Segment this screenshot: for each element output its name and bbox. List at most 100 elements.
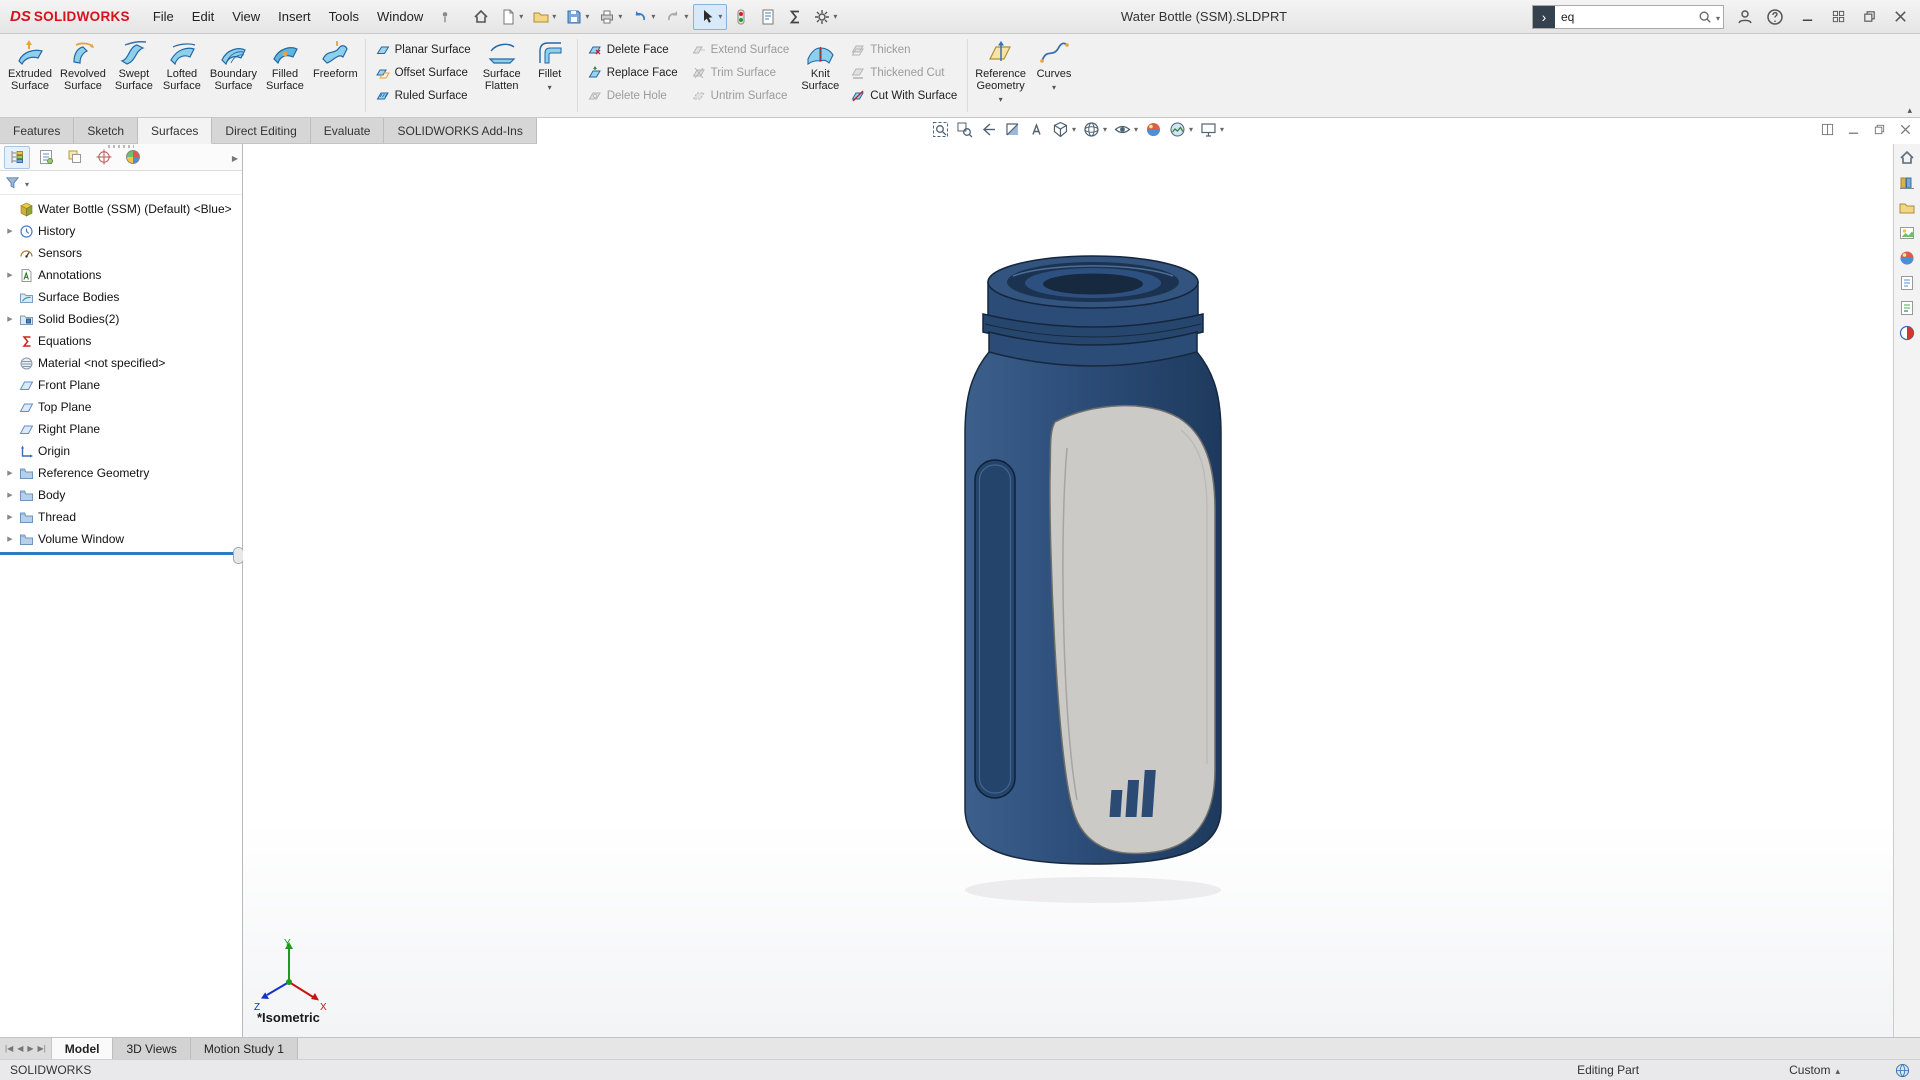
extend-surface-button[interactable]: Extend Surface [690,39,792,60]
tab-direct-editing[interactable]: Direct Editing [212,118,310,144]
extruded-surface-button[interactable]: Extruded Surface [4,36,56,115]
doc-restore-icon[interactable] [1873,123,1886,136]
tree-item-solid-bodies[interactable]: Solid Bodies(2) [0,308,242,330]
configurationmanager-tab[interactable] [62,146,88,169]
panel-tab-overflow-icon[interactable] [232,150,238,164]
water-bottle-model[interactable] [943,252,1243,912]
propertymanager-tab[interactable] [33,146,59,169]
restore-icon[interactable] [1862,9,1877,24]
expand-arrow-icon[interactable] [5,469,15,477]
solidworks-cam-icon[interactable] [1896,297,1919,318]
revolved-surface-button[interactable]: Revolved Surface [56,36,110,115]
print-button[interactable] [594,4,626,30]
tree-item-top-plane[interactable]: Top Plane [0,396,242,418]
minimize-icon[interactable] [1800,9,1815,24]
graphics-viewport[interactable]: Y X Z *Isometric [243,144,1893,1037]
dimxpertmanager-tab[interactable] [91,146,117,169]
previous-tab-icon[interactable] [17,1044,23,1053]
tree-item-thread[interactable]: Thread [0,506,242,528]
display-style-icon[interactable] [1083,121,1107,138]
appearances-scenes-icon[interactable] [1896,247,1919,268]
expand-arrow-icon[interactable] [5,315,15,323]
offset-surface-button[interactable]: Offset Surface [374,62,473,83]
menu-tools[interactable]: Tools [320,3,368,30]
tree-item-front-plane[interactable]: Front Plane [0,374,242,396]
knit-surface-button[interactable]: Knit Surface [796,36,844,115]
delete-face-button[interactable]: Delete Face [586,39,680,60]
first-tab-icon[interactable] [5,1044,13,1053]
featuremanager-tree-tab[interactable] [4,146,30,169]
delete-hole-button[interactable]: Delete Hole [586,85,680,106]
view-orientation-icon[interactable] [1052,121,1076,138]
menu-edit[interactable]: Edit [183,3,223,30]
menu-file[interactable]: File [144,3,183,30]
zoom-to-fit-icon[interactable] [932,121,949,138]
menu-window[interactable]: Window [368,3,432,30]
layout-grid-icon[interactable] [1831,9,1846,24]
tab-surfaces[interactable]: Surfaces [138,118,212,144]
ribbon-collapse-icon[interactable] [1907,102,1912,116]
tab-sketch[interactable]: Sketch [74,118,138,144]
tree-item-origin[interactable]: Origin [0,440,242,462]
trim-surface-button[interactable]: Trim Surface [690,62,792,83]
motion-study-tab[interactable]: Motion Study 1 [191,1038,298,1059]
3dexperience-icon[interactable] [1896,322,1919,343]
view-palette-icon[interactable] [1896,222,1919,243]
pin-menu-icon[interactable] [438,10,452,24]
design-library-icon[interactable] [1896,172,1919,193]
rebuild-button[interactable] [728,4,754,30]
tab-solidworks-add-ins[interactable]: SOLIDWORKS Add-Ins [384,118,536,144]
filter-dropdown-icon[interactable] [23,176,29,190]
tree-item-right-plane[interactable]: Right Plane [0,418,242,440]
curves-dropdown-icon[interactable] [1052,81,1056,94]
doc-minimize-icon[interactable] [1847,123,1860,136]
fillet-dropdown-icon[interactable] [548,81,552,94]
search-input[interactable] [1555,10,1698,24]
next-tab-icon[interactable] [27,1044,33,1053]
tree-item-material[interactable]: Material <not specified> [0,352,242,374]
tree-item-equations[interactable]: Equations [0,330,242,352]
menu-insert[interactable]: Insert [269,3,320,30]
undo-button[interactable] [627,4,659,30]
search-dropdown-icon[interactable] [1714,10,1723,24]
units-selector[interactable]: Custom [1789,1063,1840,1077]
tab-features[interactable]: Features [0,118,74,144]
close-icon[interactable] [1893,9,1908,24]
swept-surface-button[interactable]: Swept Surface [110,36,158,115]
tab-evaluate[interactable]: Evaluate [311,118,385,144]
thickened-cut-button[interactable]: Thickened Cut [849,62,959,83]
untrim-surface-button[interactable]: Untrim Surface [690,85,792,106]
3d-views-tab[interactable]: 3D Views [113,1038,190,1059]
fillet-button[interactable]: Fillet [526,36,574,115]
lofted-surface-button[interactable]: Lofted Surface [158,36,206,115]
equations-toolbar-button[interactable] [782,4,808,30]
panel-grip-handle[interactable] [108,145,134,148]
model-tab[interactable]: Model [52,1038,114,1059]
menu-view[interactable]: View [223,3,269,30]
tree-item-history[interactable]: History [0,220,242,242]
help-icon[interactable] [1766,8,1784,26]
section-view-icon[interactable] [1004,121,1021,138]
ruled-surface-button[interactable]: Ruled Surface [374,85,473,106]
apply-scene-icon[interactable] [1169,121,1193,138]
freeform-button[interactable]: Freeform [309,36,362,115]
custom-properties-icon[interactable] [1896,272,1919,293]
tree-root-item[interactable]: Water Bottle (SSM) (Default) <Blue> [0,198,242,220]
search-box[interactable] [1532,5,1724,29]
planar-surface-button[interactable]: Planar Surface [374,39,473,60]
filled-surface-button[interactable]: Filled Surface [261,36,309,115]
solidworks-resources-icon[interactable] [1896,147,1919,168]
reference-geometry-button[interactable]: Reference Geometry [971,36,1030,115]
view-settings-icon[interactable] [1200,121,1224,138]
file-explorer-icon[interactable] [1896,197,1919,218]
rollback-bar[interactable] [0,552,242,555]
edit-appearance-icon[interactable] [1145,121,1162,138]
hide-show-items-icon[interactable] [1114,121,1138,138]
tree-item-volume-window[interactable]: Volume Window [0,528,242,550]
tree-item-surface-bodies[interactable]: Surface Bodies [0,286,242,308]
doc-close-icon[interactable] [1899,123,1912,136]
expand-arrow-icon[interactable] [5,227,15,235]
tile-windows-icon[interactable] [1821,123,1834,136]
redo-button[interactable] [660,4,692,30]
tree-item-reference-geometry[interactable]: Reference Geometry [0,462,242,484]
